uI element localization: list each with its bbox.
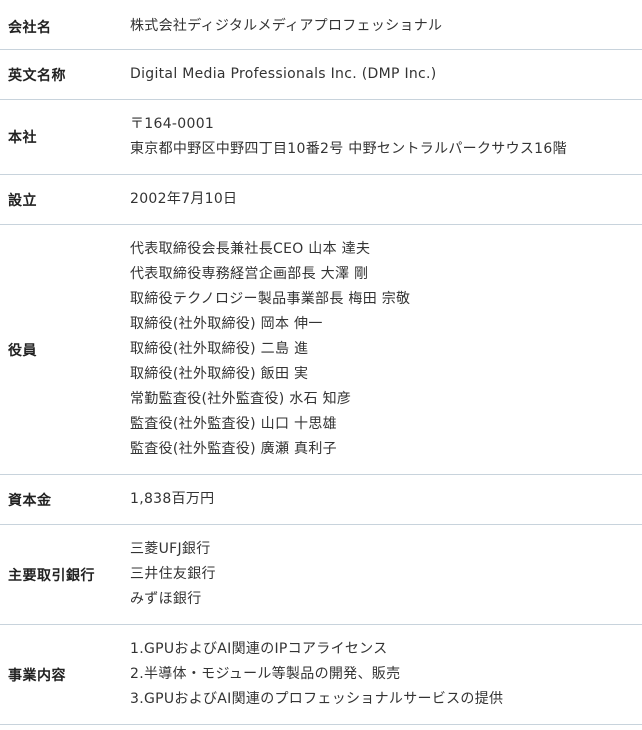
row-value: 2002年7月10日 <box>130 187 642 212</box>
value-line: 取締役(社外取締役) 二島 進 <box>130 341 309 357</box>
value-line: 3.GPUおよびAI関連のプロフェッショナルサービスの提供 <box>130 691 504 707</box>
value-line: 取締役テクノロジー製品事業部長 梅田 宗敬 <box>130 291 411 307</box>
value-line: 監査役(社外監査役) 廣瀬 真利子 <box>130 441 337 457</box>
row-value: Digital Media Professionals Inc. (DMP In… <box>130 62 642 87</box>
row-label: 資本金 <box>8 492 52 509</box>
row-value: 三菱UFJ銀行 三井住友銀行 みずほ銀行 <box>130 537 642 612</box>
row-value: 〒164-0001 東京都中野区中野四丁目10番2号 中野セントラルパークサウス… <box>130 112 642 162</box>
table-row-banks: 主要取引銀行 三菱UFJ銀行 三井住友銀行 みずほ銀行 <box>0 525 642 625</box>
table-row-english-name: 英文名称 Digital Media Professionals Inc. (D… <box>0 50 642 100</box>
table-row-business: 事業内容 1.GPUおよびAI関連のIPコアライセンス 2.半導体・モジュール等… <box>0 625 642 725</box>
value-line: 代表取締役会長兼社長CEO 山本 達夫 <box>130 241 371 257</box>
value-line: Digital Media Professionals Inc. (DMP In… <box>130 66 437 82</box>
value-line: 取締役(社外取締役) 飯田 実 <box>130 366 309 382</box>
row-label: 会社名 <box>8 19 52 36</box>
row-value: 代表取締役会長兼社長CEO 山本 達夫 代表取締役専務経営企画部長 大澤 剛 取… <box>130 237 642 462</box>
value-line: 三菱UFJ銀行 <box>130 541 211 557</box>
value-line: 2.半導体・モジュール等製品の開発、販売 <box>130 666 401 682</box>
row-label: 役員 <box>8 342 37 359</box>
table-row-company-name: 会社名 株式会社ディジタルメディアプロフェッショナル <box>0 4 642 50</box>
value-line: 監査役(社外監査役) 山口 十思雄 <box>130 416 337 432</box>
table-row-headquarters: 本社 〒164-0001 東京都中野区中野四丁目10番2号 中野セントラルパーク… <box>0 100 642 175</box>
row-label: 設立 <box>8 192 37 209</box>
value-line: 1.GPUおよびAI関連のIPコアライセンス <box>130 641 388 657</box>
company-info-table: 会社名 株式会社ディジタルメディアプロフェッショナル 英文名称 Digital … <box>0 4 642 725</box>
table-row-officers: 役員 代表取締役会長兼社長CEO 山本 達夫 代表取締役専務経営企画部長 大澤 … <box>0 225 642 475</box>
value-line: 2002年7月10日 <box>130 191 238 207</box>
value-line: 東京都中野区中野四丁目10番2号 中野セントラルパークサウス16階 <box>130 141 567 157</box>
value-line: 株式会社ディジタルメディアプロフェッショナル <box>130 18 443 34</box>
row-value: 株式会社ディジタルメディアプロフェッショナル <box>130 14 642 39</box>
row-label: 本社 <box>8 130 37 146</box>
row-value: 1,838百万円 <box>130 487 642 512</box>
value-line: 取締役(社外取締役) 岡本 伸一 <box>130 316 323 332</box>
value-line: 〒164-0001 <box>130 116 215 132</box>
value-line: 1,838百万円 <box>130 491 215 507</box>
value-line: みずほ銀行 <box>130 591 202 607</box>
value-line: 常勤監査役(社外監査役) 水石 知彦 <box>130 391 352 407</box>
table-row-capital: 資本金 1,838百万円 <box>0 475 642 525</box>
value-line: 代表取締役専務経営企画部長 大澤 剛 <box>130 266 369 282</box>
row-value: 1.GPUおよびAI関連のIPコアライセンス 2.半導体・モジュール等製品の開発… <box>130 637 642 712</box>
row-label: 主要取引銀行 <box>8 567 95 584</box>
row-label: 英文名称 <box>8 67 66 84</box>
table-row-established: 設立 2002年7月10日 <box>0 175 642 225</box>
row-label: 事業内容 <box>8 667 66 684</box>
value-line: 三井住友銀行 <box>130 566 216 582</box>
